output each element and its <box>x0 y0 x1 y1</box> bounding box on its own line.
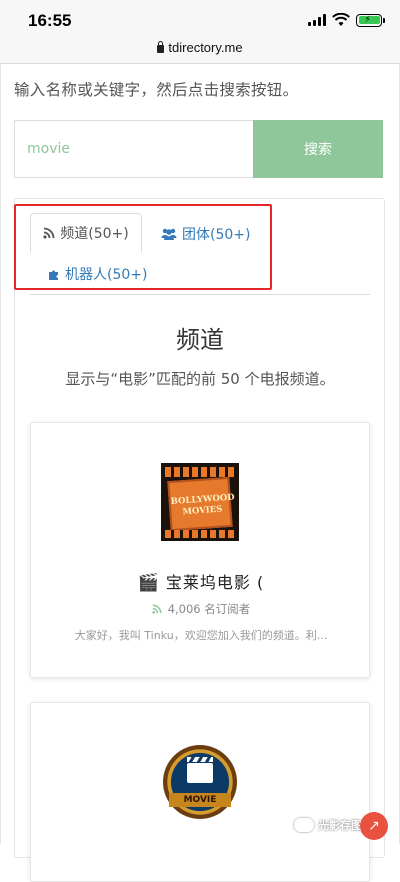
watermark: 光影存图 <box>294 817 362 833</box>
thumbnail-text: BOLLYWOOD MOVIES <box>170 492 235 518</box>
share-icon: ↗ <box>368 818 380 834</box>
wechat-icon <box>294 818 314 832</box>
thumbnail-text: MOVIE <box>169 793 231 807</box>
channel-description: 大家好，我叫 Tinku，欢迎您加入我们的频道。利... <box>74 629 328 642</box>
subscriber-count: 4,006 名订阅者 <box>167 602 251 616</box>
search-input[interactable] <box>14 120 253 178</box>
watermark-text: 光影存图 <box>318 819 362 832</box>
url-text: tdirectory.me <box>168 40 243 55</box>
floating-action-button[interactable]: ↗ <box>360 812 388 840</box>
status-time: 16:55 <box>28 11 72 30</box>
status-bar: 16:55 ⚡ <box>0 0 400 40</box>
battery-icon: ⚡ <box>356 13 385 27</box>
search-form: 搜索 <box>14 120 383 178</box>
page-border-left <box>0 64 1 844</box>
search-button[interactable]: 搜索 <box>253 120 383 178</box>
search-instruction: 输入名称或关键字，然后点击搜索按钮。 <box>14 81 299 99</box>
wifi-icon <box>332 13 350 26</box>
tabs-divider <box>30 294 370 295</box>
cellular-signal-icon <box>308 14 326 26</box>
rss-icon <box>152 604 162 614</box>
clapperboard-icon: 🎬 <box>137 573 160 593</box>
channel-subscribers: 4,006 名订阅者 <box>31 601 371 617</box>
channel-card[interactable]: MOVIE <box>30 702 370 882</box>
channel-thumbnail: MOVIE <box>161 743 239 821</box>
clapperboard-icon <box>187 757 213 783</box>
section-description: 显示与“电影”匹配的前 50 个电报频道。 <box>65 370 335 388</box>
status-icons: ⚡ <box>308 13 385 27</box>
section-title: 频道 <box>176 326 224 354</box>
highlight-annotation <box>14 204 272 290</box>
lock-icon <box>157 41 165 53</box>
channel-card[interactable]: BOLLYWOOD MOVIES 🎬 宝莱坞电影 ( 4,006 名订阅者 大家好… <box>30 422 370 678</box>
channel-thumbnail: BOLLYWOOD MOVIES <box>161 463 239 541</box>
channel-name-text: 宝莱坞电影 ( <box>165 573 265 592</box>
channel-name[interactable]: 🎬 宝莱坞电影 ( <box>31 569 371 593</box>
browser-url-bar[interactable]: tdirectory.me <box>0 40 400 64</box>
